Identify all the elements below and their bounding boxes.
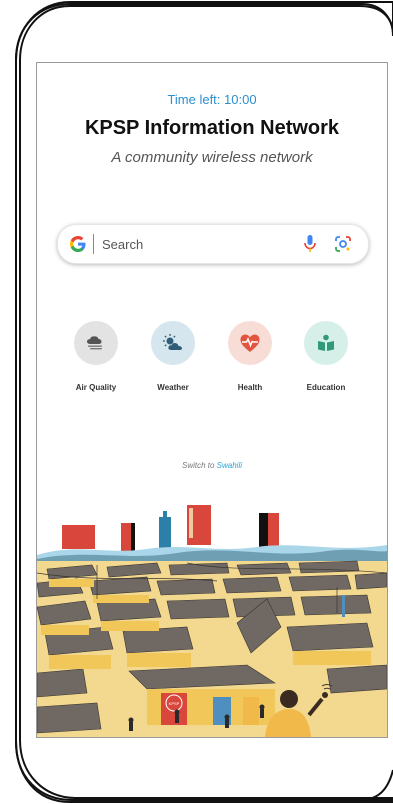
tile-education[interactable]: Education [290,321,362,392]
tile-weather[interactable]: Weather [137,321,209,392]
tile-air-quality-circle [74,321,118,365]
tile-health[interactable]: Health [214,321,286,392]
search-input[interactable] [100,235,274,253]
google-icon [69,235,87,253]
heart-pulse-icon [240,334,260,352]
cloud-icon [87,336,102,350]
language-switch: Switch to Swahili [37,461,387,470]
page-title: KPSP Information Network [84,117,340,139]
microphone-icon[interactable] [303,234,317,254]
tile-weather-circle [151,321,195,365]
search-bar[interactable] [57,224,369,264]
tile-label: Air Quality [75,383,117,392]
tile-label: Health [237,383,263,392]
app-screen: Time left: 10:00 KPSP Information Networ… [36,62,388,738]
category-tiles: Air Quality Weather Health Education [60,321,362,401]
sun-cloud-icon [163,334,182,350]
tile-label: Weather [157,383,189,392]
kpsp-sign: KPSP [169,701,180,706]
page-subtitle: A community wireless network [111,149,313,166]
book-icon [318,334,334,351]
swahili-link[interactable]: Swahili [217,461,242,470]
search-divider [93,234,94,254]
time-left: Time left: 10:00 [167,92,257,107]
language-switch-prefix: Switch to [181,461,217,470]
tile-air-quality[interactable]: Air Quality [60,321,132,392]
camera-lens-icon[interactable] [334,235,352,253]
tile-education-circle [304,321,348,365]
tile-label: Education [306,383,346,392]
tile-health-circle [228,321,272,365]
community-illustration: KPSP [37,503,387,737]
